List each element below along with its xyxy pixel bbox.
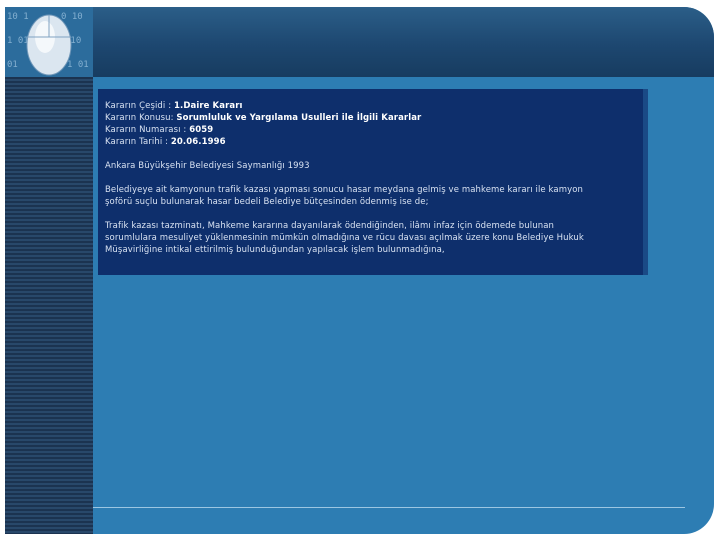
paragraph2-line1: Trafik kazası tazminatı, Mahkeme kararın… [105, 221, 555, 231]
svg-text:1 01: 1 01 [67, 60, 89, 70]
field-decision-number: Kararın Numarası : 6059 [105, 125, 214, 135]
institution-line: Ankara Büyükşehir Belediyesi Saymanlığı … [105, 161, 310, 171]
field-decision-subject: Kararın Konusu: Sorumluluk ve Yargılama … [105, 113, 422, 123]
sidebar-stripes [5, 7, 93, 534]
computer-mouse-binary-icon: 10 1 0 10 1 01 010 01 1 01 [5, 7, 93, 77]
paragraph2-line2: sorumlulara mesuliyet yüklenmesinin mümk… [105, 233, 584, 243]
paragraph1-line1: Belediyeye ait kamyonun trafik kazası ya… [105, 185, 584, 195]
header-bar [93, 7, 714, 77]
decision-text-box: Kararın Çeşidi : 1.Daire Kararı Kararın … [98, 89, 648, 275]
footer-divider [93, 507, 685, 508]
field-decision-type: Kararın Çeşidi : 1.Daire Kararı [105, 101, 243, 111]
paragraph1-line2: şoförü suçlu bulunarak hasar bedeli Bele… [105, 197, 429, 207]
paragraph2-line3: Müşavirliğine intikal ettirilmiş bulundu… [105, 245, 445, 255]
svg-text:0 10: 0 10 [61, 12, 83, 22]
svg-text:1 01: 1 01 [7, 36, 29, 46]
field-decision-date: Kararın Tarihi : 20.06.1996 [105, 137, 226, 147]
svg-text:10 1: 10 1 [7, 12, 29, 22]
svg-text:01: 01 [7, 60, 18, 70]
slide: 10 1 0 10 1 01 010 01 1 01 Kararın Çeşid… [5, 7, 714, 534]
